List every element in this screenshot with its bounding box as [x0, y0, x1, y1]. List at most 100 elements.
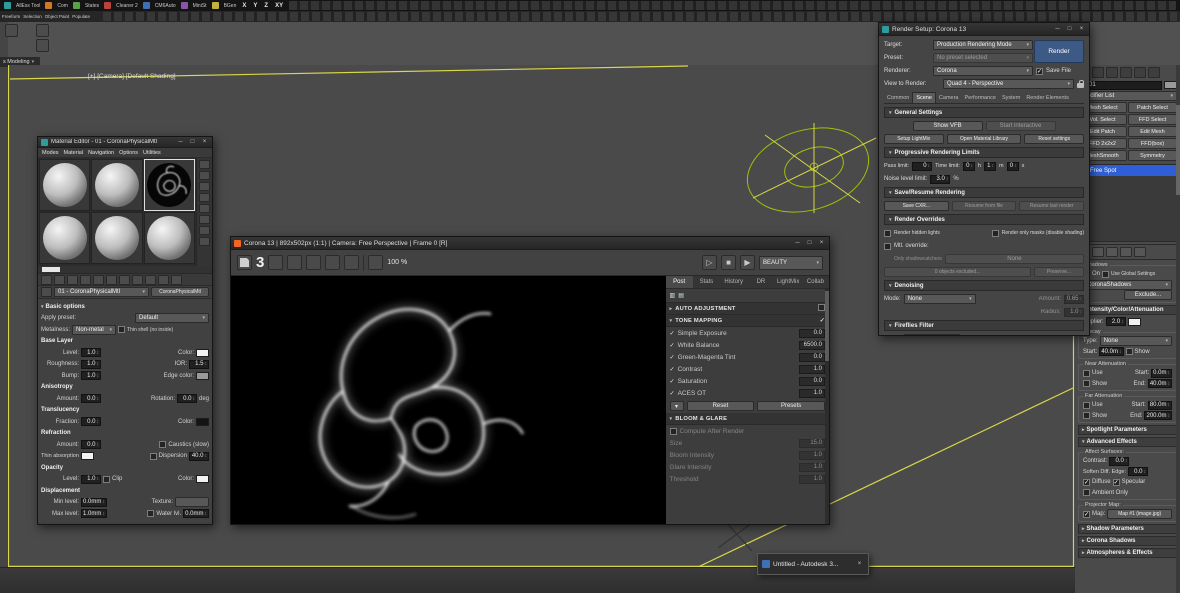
modifier-button[interactable]: FFD(box)	[1128, 138, 1177, 149]
reset-button[interactable]: Reset	[687, 401, 755, 411]
check-icon[interactable]: ✓	[670, 390, 675, 397]
axis-constraint-z[interactable]: Z	[263, 3, 269, 9]
put-to-scene-icon[interactable]	[54, 275, 65, 285]
tab-history[interactable]: History	[720, 276, 747, 288]
show-map-icon[interactable]	[132, 275, 143, 285]
material-type-button[interactable]: CoronaPhysicalMtl	[151, 287, 209, 297]
denoise-mode-dropdown[interactable]: None	[904, 294, 976, 304]
shadow-type-dropdown[interactable]: CoronaShadows	[1083, 280, 1172, 290]
denoise-radius-spinner[interactable]: 1.0	[1064, 308, 1084, 317]
time-seconds-spinner[interactable]: 0	[1007, 162, 1019, 171]
modifier-list-dropdown[interactable]: Modifier List	[1078, 91, 1177, 101]
modifier-button[interactable]: FFD Select	[1128, 114, 1177, 125]
material-slot[interactable]	[144, 212, 195, 264]
material-slot[interactable]	[91, 159, 142, 211]
saturation-value[interactable]: 0.0	[799, 377, 825, 386]
menu-navigation[interactable]: Navigation	[88, 150, 114, 156]
resume-from-file-button[interactable]: Resume from file	[952, 201, 1017, 211]
roughness-spinner[interactable]: 1.0	[81, 360, 101, 369]
displacement-max-spinner[interactable]: 1.0mm	[81, 509, 107, 518]
refraction-amount-spinner[interactable]: 0.0	[81, 440, 101, 449]
video-color-check-icon[interactable]	[199, 204, 210, 213]
water-level-spinner[interactable]: 0.0mm	[183, 509, 209, 518]
load-preset-icon[interactable]: ▤	[678, 292, 684, 299]
lock-icon[interactable]	[1077, 83, 1084, 88]
bloom-size-value[interactable]: 15.0	[799, 439, 825, 448]
menu-options[interactable]: Options	[119, 150, 138, 156]
panel-scrollbar[interactable]	[1176, 65, 1180, 593]
sample-type-icon[interactable]	[199, 160, 210, 169]
modifier-stack[interactable]: Free Spot	[1078, 164, 1177, 242]
pick-material-icon[interactable]	[41, 287, 52, 297]
override-material-slot-button[interactable]: None	[945, 254, 1084, 264]
fireflies-mode-dropdown[interactable]: None	[904, 334, 960, 336]
reset-settings-button[interactable]: Reset settings	[1024, 134, 1084, 144]
make-unique-icon[interactable]	[1106, 247, 1118, 257]
check-icon[interactable]: ✓	[670, 378, 675, 385]
plugin-icon[interactable]	[143, 2, 150, 9]
plugin-icon[interactable]	[212, 2, 219, 9]
rollout-fireflies-filter[interactable]: ▾Fireflies Filter	[884, 320, 1084, 331]
near-start-spinner[interactable]: 0.0m	[1151, 369, 1172, 378]
preview-scrollbar[interactable]	[38, 266, 212, 274]
material-editor-titlebar[interactable]: Material Editor - 01 - CoronaPhysicalMtl…	[38, 137, 212, 148]
excluded-objects-button[interactable]: 0 objects excluded...	[884, 267, 1031, 277]
far-show-checkbox[interactable]	[1083, 412, 1090, 419]
light-color-swatch[interactable]	[1128, 318, 1141, 326]
render-only-masks-checkbox[interactable]	[992, 230, 999, 237]
rollout-save-resume[interactable]: ▾Save/Resume Rendering	[884, 187, 1084, 198]
render-setup-titlebar[interactable]: Render Setup: Corona 13 ─ □ ×	[879, 23, 1089, 36]
bump-spinner[interactable]: 1.0	[81, 371, 101, 380]
rollout-shadow-parameters[interactable]: ▸Shadow Parameters	[1078, 524, 1177, 534]
tab-freeform[interactable]: Freeform	[2, 14, 20, 19]
maximize-icon[interactable]: □	[188, 139, 197, 145]
minimize-icon[interactable]: ─	[793, 240, 802, 246]
pixel-probe-icon[interactable]	[344, 255, 359, 270]
image-history-icon[interactable]	[268, 255, 283, 270]
caustics-checkbox[interactable]	[159, 441, 166, 448]
edge-color-swatch[interactable]	[196, 372, 209, 380]
near-show-checkbox[interactable]	[1083, 380, 1090, 387]
tab-populate[interactable]: Populate	[72, 14, 90, 19]
get-material-icon[interactable]	[41, 275, 52, 285]
decay-start-spinner[interactable]: 40.0m	[1099, 347, 1123, 356]
modify-tab-icon[interactable]	[1092, 67, 1104, 78]
rollout-tone-mapping[interactable]: ▾TONE MAPPING✓	[666, 315, 829, 327]
near-end-spinner[interactable]: 40.0m	[1148, 379, 1172, 388]
presets-button[interactable]: Presets	[757, 401, 825, 411]
go-to-parent-icon[interactable]	[158, 275, 169, 285]
go-forward-icon[interactable]	[171, 275, 182, 285]
backlight-icon[interactable]	[199, 171, 210, 180]
preserve-button[interactable]: Preserve...	[1034, 267, 1084, 277]
check-icon[interactable]: ✓	[670, 342, 675, 349]
green-magenta-tint-value[interactable]: 0.0	[799, 353, 825, 362]
dock-button[interactable]	[36, 24, 49, 37]
time-minutes-spinner[interactable]: 1	[984, 162, 996, 171]
soften-edge-spinner[interactable]: 0.0	[1128, 467, 1148, 476]
tab-performance[interactable]: Performance	[961, 92, 999, 103]
zoom-fit-icon[interactable]	[325, 255, 340, 270]
tab-collab[interactable]: Collab	[802, 276, 829, 288]
simple-exposure-value[interactable]: 0.0	[799, 329, 825, 338]
plugin-icon[interactable]	[181, 2, 188, 9]
start-interactive-button[interactable]: Start interactive	[986, 121, 1056, 131]
save-file-checkbox[interactable]	[1036, 68, 1043, 75]
open-material-library-button[interactable]: Open Material Library	[947, 134, 1022, 144]
put-to-library-icon[interactable]	[106, 275, 117, 285]
sample-tiling-icon[interactable]	[199, 193, 210, 202]
resume-render-icon[interactable]: ▶	[740, 255, 755, 270]
tab-common[interactable]: Common	[884, 92, 912, 103]
axis-constraint-y[interactable]: Y	[252, 3, 258, 9]
assign-to-selection-icon[interactable]	[67, 275, 78, 285]
save-preset-icon[interactable]: ▥	[670, 292, 676, 299]
compute-after-render-checkbox[interactable]	[670, 428, 677, 435]
thin-absorption-swatch[interactable]	[81, 452, 94, 460]
rollout-spotlight-parameters[interactable]: ▸Spotlight Parameters	[1078, 425, 1177, 435]
object-name-field[interactable]: ct001	[1078, 81, 1162, 90]
close-icon[interactable]: ×	[817, 240, 826, 246]
hierarchy-tab-icon[interactable]	[1106, 67, 1118, 78]
select-by-material-icon[interactable]	[199, 237, 210, 246]
display-tab-icon[interactable]	[1134, 67, 1146, 78]
multiplier-spinner[interactable]: 2.0	[1106, 317, 1126, 326]
start-render-icon[interactable]: ▷	[702, 255, 717, 270]
